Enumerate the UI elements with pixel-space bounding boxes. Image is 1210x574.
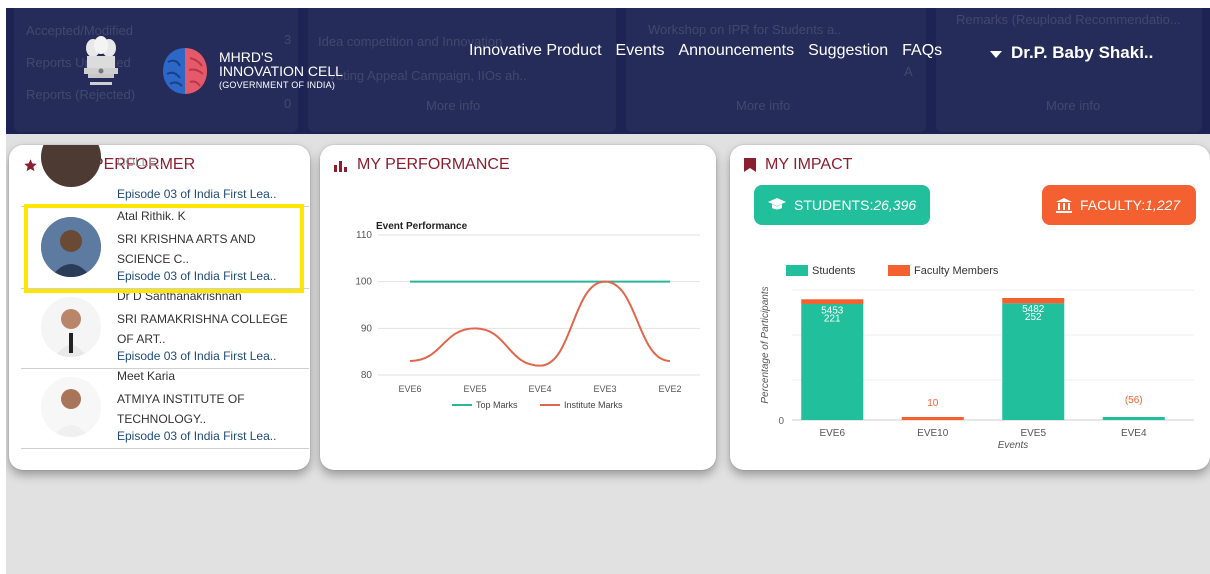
- user-name: Dr.P. Baby Shaki..: [1011, 43, 1154, 62]
- x-tick-label: EVE4: [1121, 428, 1147, 439]
- faculty-label-text: FACULTY:: [1080, 197, 1146, 213]
- x-tick-label: EVE2: [658, 384, 681, 394]
- performer-college: ATMIYA INSTITUTE OF TECHNOLOGY..: [117, 392, 245, 426]
- y-tick-label: 80: [361, 370, 373, 381]
- brand-line3: (GOVERNMENT OF INDIA): [219, 80, 336, 90]
- legend-swatch: [888, 265, 910, 276]
- bg-card-right1: Workshop on IPR for Students a.. A More …: [626, 8, 926, 132]
- data-label-students: (56): [1125, 395, 1143, 406]
- nav-events[interactable]: Events: [616, 42, 665, 60]
- bg-text: A: [904, 64, 913, 79]
- avatar: [41, 297, 101, 357]
- y-tick-label: 90: [361, 323, 373, 334]
- my-impact-title: MY IMPACT: [744, 156, 852, 174]
- y-axis-label: Percentage of Participants: [760, 286, 771, 403]
- y-tick-label: 0: [778, 416, 784, 427]
- bg-text: Voting Appeal Campaign, IIOs ah..: [328, 68, 527, 83]
- card-title-text: MY IMPACT: [765, 156, 853, 173]
- bg-text: More info: [426, 98, 481, 113]
- impact-bar-chart: Students Faculty Members 0 Percentage of Pa…: [760, 265, 1194, 451]
- x-tick-label: EVE6: [819, 428, 845, 439]
- top-navbar: Accepted/Modified Reports Uploaded Repor…: [6, 8, 1210, 134]
- performer-episode: Episode 03 of India First Lea..: [117, 429, 277, 443]
- national-emblem-icon: [84, 36, 118, 85]
- performer-episode: Episode 03 of India First Lea..: [117, 349, 277, 363]
- bar-faculty-members-eve5: [1002, 298, 1065, 304]
- students-label: STUDENTS:26,396: [794, 197, 916, 213]
- legend-label: Faculty Members: [914, 265, 999, 277]
- y-tick-label: 100: [355, 277, 372, 288]
- bookmark-icon: [744, 158, 756, 172]
- bg-text: More info: [1046, 98, 1101, 113]
- brand-text: MHRD'S INNOVATION CELL (GOVERNMENT OF IN…: [219, 50, 343, 92]
- x-axis-label: Events: [998, 440, 1029, 451]
- faculty-value: 1,227: [1145, 197, 1181, 213]
- bg-text: Workshop on IPR for Students a..: [648, 22, 842, 37]
- selection-highlight: [24, 204, 304, 293]
- x-tick-label: EVE6: [398, 384, 421, 394]
- students-label-text: STUDENTS:: [794, 197, 874, 213]
- performer-episode: Episode 03 of India First Lea..: [117, 187, 277, 201]
- card-title-text: MY PERFORMANCE: [357, 156, 510, 173]
- my-performance-card: MY PERFORMANCE Event Performance 80 90 100 1…: [320, 145, 716, 470]
- series-line-institute-marks: [409, 280, 671, 367]
- faculty-label: FACULTY:1,227: [1080, 197, 1180, 213]
- avatar: [41, 377, 101, 437]
- legend-label: Students: [812, 265, 856, 277]
- institution-icon: [1056, 197, 1072, 213]
- my-performance-title: MY PERFORMANCE: [334, 156, 510, 174]
- graduation-cap-icon: [768, 198, 786, 210]
- y-tick-label: 110: [356, 230, 372, 241]
- legend-label: Top Marks: [476, 400, 518, 410]
- x-tick-label: EVE5: [1020, 428, 1046, 439]
- dashboard: Accepted/Modified Reports Uploaded Repor…: [6, 8, 1210, 574]
- bg-text: Remarks (Reupload Recommendatio...: [956, 12, 1181, 27]
- bg-card-middle: Idea competition and Innovation Voting A…: [308, 8, 616, 132]
- list-item[interactable]: Meet Karia ATMIYA INSTITUTE OF TECHNOLOG…: [21, 369, 309, 449]
- user-menu[interactable]: Dr.P. Baby Shaki..: [990, 43, 1153, 63]
- chart-title: Event Performance: [376, 221, 468, 232]
- nav-announcements[interactable]: Announcements: [678, 42, 794, 60]
- bar-chart-icon: [334, 161, 347, 172]
- students-badge: STUDENTS:26,396: [754, 185, 930, 225]
- event-performance-chart: Event Performance 80 90 100 110 EVE6 EVE5 EVE4 E…: [355, 221, 700, 410]
- nav-innovative-product[interactable]: Innovative Product: [469, 42, 602, 60]
- x-tick-label: EVE5: [463, 384, 486, 394]
- data-label-faculty: 221: [824, 313, 841, 324]
- x-tick-label: EVE4: [528, 384, 551, 394]
- my-impact-card: MY IMPACT STUDENTS:26,396 FACULTY:1,227 …: [730, 145, 1210, 470]
- caret-down-icon: [990, 50, 1002, 58]
- brain-logo-icon: [163, 48, 207, 94]
- legend-label: Institute Marks: [564, 400, 623, 410]
- list-item[interactable]: Dr D Santhanakrishnan SRI RAMAKRISHNA CO…: [21, 289, 309, 369]
- nav-faqs[interactable]: FAQs: [902, 42, 942, 60]
- bar-students-eve4: [1102, 417, 1165, 420]
- bg-text: 0: [284, 96, 292, 111]
- legend-swatch: [786, 265, 808, 276]
- data-label-faculty: 10: [927, 398, 939, 409]
- bar-faculty-members-eve6: [801, 299, 864, 304]
- students-value: 26,396: [873, 197, 917, 213]
- bar-faculty-members-eve10: [901, 417, 964, 420]
- brand-line2: INNOVATION CELL: [219, 63, 343, 79]
- x-tick-label: EVE3: [593, 384, 616, 394]
- brand-line1: MHRD'S: [219, 49, 274, 65]
- nav-menu: Innovative Product Events Announcements …: [469, 42, 942, 60]
- list-item[interactable]: COLLE.. Episode 03 of India First Lea..: [21, 145, 309, 207]
- faculty-badge: FACULTY:1,227: [1042, 185, 1196, 225]
- bg-text: 3: [284, 32, 292, 47]
- star-performer-card: STAR PERFORMER COLLE.. Episode 03 of Ind…: [9, 145, 310, 470]
- bg-text: More info: [736, 98, 791, 113]
- performer-name: Meet Karia: [117, 369, 176, 383]
- data-label-faculty: 252: [1025, 312, 1042, 323]
- x-tick-label: EVE10: [917, 428, 949, 439]
- nav-suggestion[interactable]: Suggestion: [808, 42, 888, 60]
- performer-college: COLLE..: [117, 155, 164, 169]
- avatar: [41, 145, 101, 187]
- bg-card-right2: Remarks (Reupload Recommendatio... More …: [936, 8, 1202, 132]
- performer-college: SRI RAMAKRISHNA COLLEGE OF ART..: [117, 312, 288, 346]
